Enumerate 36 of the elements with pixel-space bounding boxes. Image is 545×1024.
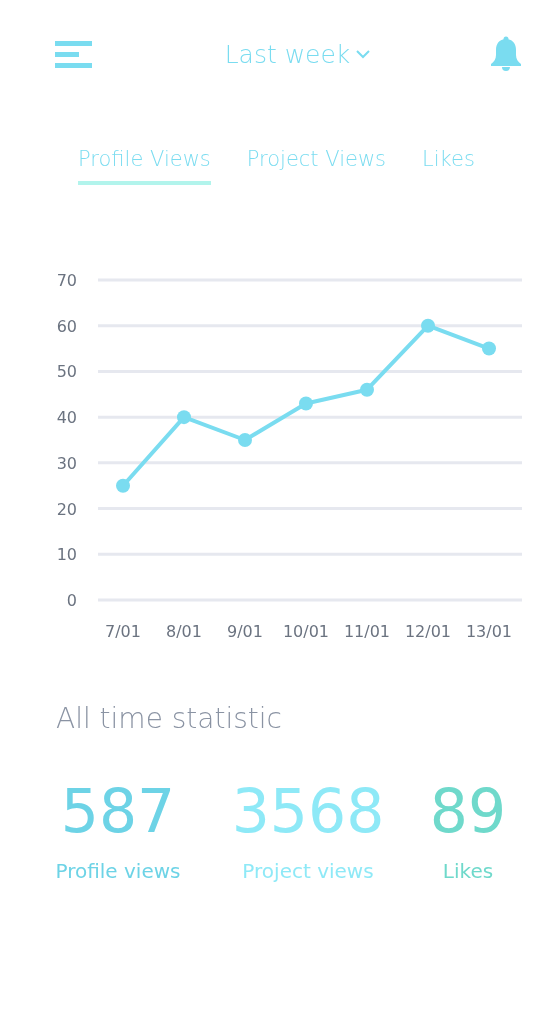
axis-label: 10	[56, 545, 77, 565]
stat-value: 89	[429, 777, 507, 845]
axis-label: 7/01	[105, 622, 141, 641]
data-point	[238, 433, 252, 447]
axis-label: 9/01	[227, 622, 263, 641]
data-point	[299, 396, 313, 411]
axis-label: 13/01	[465, 622, 513, 641]
data-point	[421, 318, 435, 333]
axis-label: 40	[56, 408, 77, 428]
stat-value: 587	[60, 777, 176, 845]
period-dropdown[interactable]: Last week	[224, 39, 371, 69]
axis-label: 60	[56, 316, 77, 336]
stat-value: 3568	[231, 777, 385, 845]
axis-label: 20	[56, 499, 77, 519]
axis-label: 70	[56, 271, 77, 290]
bell-icon[interactable]	[489, 36, 523, 72]
data-point	[482, 341, 496, 356]
tab[interactable]: Profile Views	[78, 147, 211, 185]
axis-label: 50	[56, 362, 77, 382]
data-point	[177, 410, 191, 425]
axis-label: 12/01	[404, 622, 452, 641]
tab[interactable]: Project Views	[246, 147, 387, 185]
section-title: All time statistic	[56, 702, 283, 735]
axis-label: 10/01	[282, 622, 330, 641]
caret-icon	[356, 49, 371, 59]
menu-icon[interactable]	[55, 40, 92, 68]
tab[interactable]: Likes	[422, 147, 475, 185]
data-point	[360, 382, 374, 397]
stat-label: Project views	[242, 859, 374, 883]
axis-label: 0	[66, 591, 77, 610]
stat-label: Likes	[442, 859, 494, 883]
axis-label: 11/01	[343, 622, 391, 641]
axis-label: 30	[56, 453, 77, 473]
stat-label: Profile views	[55, 859, 181, 883]
data-point	[116, 478, 130, 493]
axis-label: 8/01	[166, 622, 202, 641]
